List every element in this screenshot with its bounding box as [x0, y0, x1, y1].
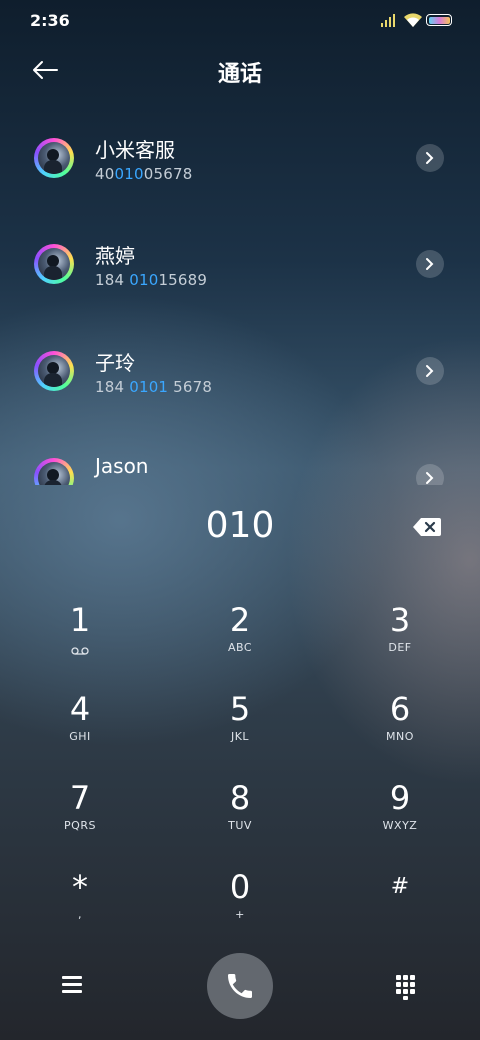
- avatar: [34, 458, 74, 485]
- contact-number: 184 01015689: [95, 271, 208, 289]
- key-7[interactable]: 7 PQRS: [20, 778, 140, 858]
- chevron-right-icon: [426, 258, 434, 270]
- call-button[interactable]: [207, 953, 273, 1019]
- contact-detail-button[interactable]: [416, 144, 444, 172]
- contact-name: 燕婷: [95, 244, 135, 268]
- status-time: 2:36: [30, 11, 70, 30]
- chevron-right-icon: [426, 365, 434, 377]
- key-2[interactable]: 2 ABC: [180, 600, 300, 680]
- key-5[interactable]: 5 JKL: [180, 689, 300, 769]
- battery-icon: [426, 14, 452, 26]
- contact-name: Jason: [95, 454, 149, 478]
- key-6[interactable]: 6 MNO: [340, 689, 460, 769]
- signal-icon: [381, 13, 399, 27]
- dialpad-icon[interactable]: [396, 975, 418, 1000]
- key-9[interactable]: 9 WXYZ: [340, 778, 460, 858]
- contact-number: 184 0101 5678: [95, 378, 213, 396]
- phone-icon: [228, 974, 252, 998]
- contact-detail-button[interactable]: [416, 250, 444, 278]
- backspace-icon[interactable]: [412, 516, 442, 538]
- key-star[interactable]: *,: [20, 867, 140, 947]
- wifi-icon: [404, 13, 422, 27]
- contact-row[interactable]: Jason: [0, 430, 480, 485]
- number-match-highlight: 0101: [129, 378, 169, 396]
- chevron-right-icon: [426, 472, 434, 484]
- contact-name: 小米客服: [95, 138, 175, 162]
- avatar: [34, 138, 74, 178]
- avatar: [34, 244, 74, 284]
- key-4[interactable]: 4 GHI: [20, 689, 140, 769]
- contact-row[interactable]: 燕婷 184 01015689: [0, 216, 480, 316]
- number-match-highlight: 010: [114, 165, 144, 183]
- bottom-bar: [0, 945, 480, 1035]
- contact-detail-button[interactable]: [416, 464, 444, 485]
- contact-name: 子玲: [95, 351, 135, 375]
- contact-number: 4001005678: [95, 165, 193, 183]
- status-bar: 2:36: [0, 0, 480, 40]
- contact-row[interactable]: 子玲 184 0101 5678: [0, 323, 480, 423]
- key-0[interactable]: 0 +: [180, 867, 300, 947]
- contact-results-list[interactable]: 小米客服 4001005678 燕婷 184 01015689 子玲 184 0…: [0, 110, 480, 485]
- number-match-highlight: 010: [129, 271, 159, 289]
- avatar: [34, 351, 74, 391]
- contact-row[interactable]: 小米客服 4001005678: [0, 110, 480, 210]
- contact-detail-button[interactable]: [416, 357, 444, 385]
- key-hash[interactable]: #: [340, 867, 460, 947]
- dialed-number: 010: [205, 505, 275, 546]
- chevron-right-icon: [426, 152, 434, 164]
- key-1[interactable]: 1: [20, 600, 140, 680]
- page-title: 通话: [217, 62, 262, 87]
- key-3[interactable]: 3 DEF: [340, 600, 460, 680]
- voicemail-icon: [71, 647, 89, 655]
- key-8[interactable]: 8 TUV: [180, 778, 300, 858]
- header: 通话: [0, 50, 480, 90]
- hamburger-icon[interactable]: [62, 975, 84, 993]
